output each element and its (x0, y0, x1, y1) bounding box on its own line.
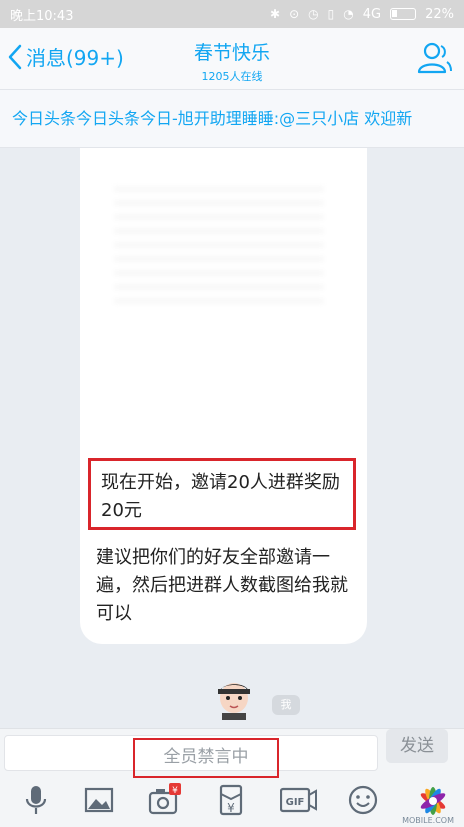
vibrate-icon: ▯ (327, 7, 335, 21)
message-bubble[interactable]: 现在开始，邀请20人进群奖励20元 建议把你们的好友全部邀请一遍，然后把进群人数… (80, 148, 367, 644)
gif-icon[interactable]: GIF (280, 783, 318, 817)
status-time: 晚上10:43 (10, 8, 74, 24)
announcement-bar[interactable]: 今日头条今日头条今日-旭开助理睡睡:@三只小店 欢迎新 (0, 90, 464, 148)
battery-level: 22% (425, 6, 454, 22)
red-packet-symbol: ¥ (227, 801, 235, 815)
status-icons: ✱ ⊙ ◷ ▯ ◔ 4G 22% (270, 7, 454, 22)
announcement-text: 今日头条今日头条今日-旭开助理睡睡:@三只小店 欢迎新 (12, 109, 413, 128)
alarm-icon: ◷ (308, 7, 319, 21)
chat-area[interactable]: 现在开始，邀请20人进群奖励20元 建议把你们的好友全部邀请一遍，然后把进群人数… (0, 148, 464, 728)
message-input[interactable]: 全员禁言中 (4, 735, 378, 778)
gif-label: GIF (286, 797, 305, 808)
muted-notice: 全员禁言中 (133, 738, 279, 778)
avatar[interactable] (210, 676, 258, 720)
input-toolbar: ¥ ¥ GIF (0, 783, 464, 823)
highlighted-message: 现在开始，邀请20人进群奖励20元 (88, 458, 356, 530)
online-count: 1205人在线 (201, 70, 263, 83)
title-block: 春节快乐 1205人在线 (0, 38, 464, 84)
group-title: 春节快乐 (193, 42, 270, 64)
chat-header: 消息(99+) 春节快乐 1205人在线 (0, 28, 464, 90)
network-label: 4G (362, 6, 382, 22)
camera-badge: ¥ (172, 786, 178, 796)
image-icon[interactable] (82, 783, 116, 817)
status-bar: 晚上10:43 ✱ ⊙ ◷ ▯ ◔ 4G 22% (0, 0, 464, 28)
emoji-icon[interactable] (346, 783, 380, 817)
watermark-text: MOBILE.COM (402, 816, 454, 825)
microphone-icon[interactable] (19, 783, 53, 817)
red-packet-icon[interactable]: ¥ (214, 783, 248, 817)
bluetooth-icon: ✱ (270, 7, 281, 21)
send-button[interactable]: 发送 (386, 729, 448, 763)
message-text: 建议把你们的好友全部邀请一遍，然后把进群人数截图给我就可以 (96, 547, 348, 624)
toggle-icon: ⊙ (289, 7, 300, 21)
wifi-icon: ◔ (343, 7, 354, 21)
input-bar: 全员禁言中 发送 ¥ ¥ GIF MOBILE.COM (0, 728, 464, 827)
battery-icon (390, 8, 417, 20)
blurred-content (114, 186, 324, 306)
camera-icon[interactable]: ¥ (147, 783, 181, 817)
me-tag: 我 (272, 695, 300, 715)
group-members-icon[interactable] (416, 40, 452, 76)
